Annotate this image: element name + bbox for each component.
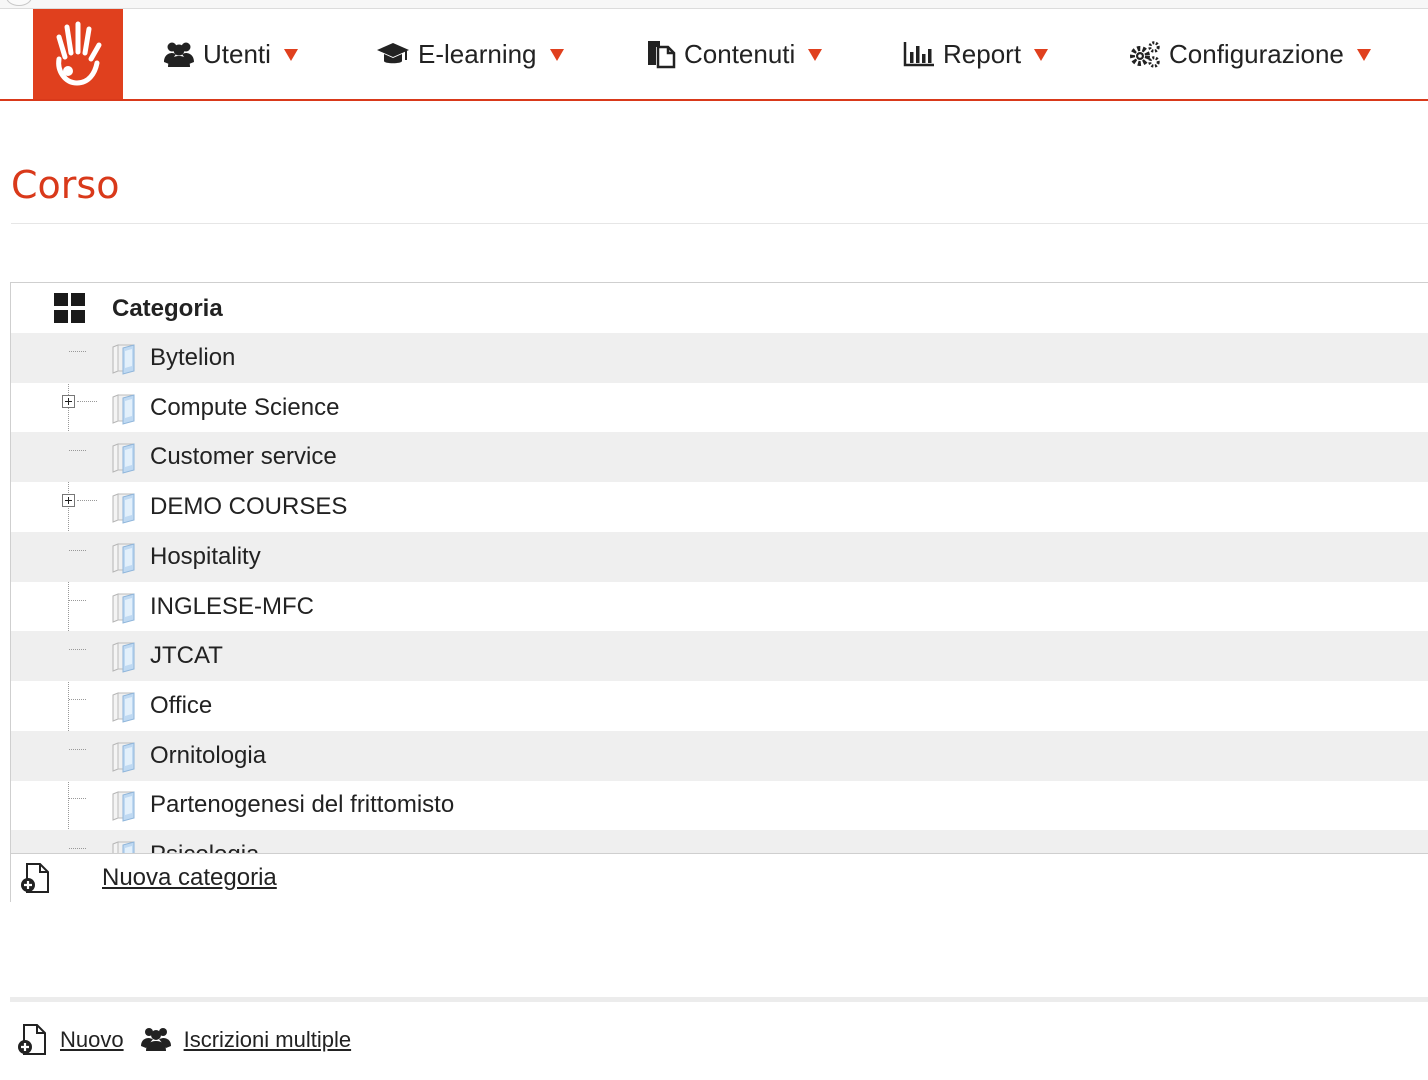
- tree-branch-line: [69, 748, 86, 750]
- nav-e-learning-label: E-learning: [418, 38, 537, 69]
- add-document-icon[interactable]: [16, 1023, 48, 1057]
- grid-icon: [54, 293, 86, 324]
- tree-branch-line: [77, 500, 97, 502]
- tree-row[interactable]: Bytelion: [11, 333, 1428, 383]
- folder-icon: [104, 440, 138, 479]
- caret-down-icon: [1356, 49, 1371, 61]
- tree-branch-line: [69, 549, 86, 551]
- folder-icon: [104, 341, 138, 380]
- tree-row[interactable]: Hospitality: [11, 531, 1428, 582]
- tree-row-label: Customer service: [150, 443, 337, 471]
- tree-row-label: Office: [150, 691, 213, 719]
- tree-row[interactable]: JTCAT: [11, 631, 1428, 682]
- folder-icon: [104, 838, 138, 853]
- nav-contenuti[interactable]: Contenuti: [646, 9, 823, 99]
- nav-utenti-label: Utenti: [203, 38, 271, 69]
- browser-top-strip: [0, 0, 1428, 9]
- tree-branch-line: [69, 848, 86, 849]
- caret-down-icon: [283, 49, 298, 61]
- expand-plus-icon[interactable]: [62, 494, 75, 508]
- add-document-icon[interactable]: [19, 862, 51, 899]
- page-title: Corso: [11, 163, 120, 207]
- nav-utenti[interactable]: Utenti: [163, 9, 298, 99]
- tree-row-label: Bytelion: [150, 344, 236, 371]
- tree-row[interactable]: Psicologia: [11, 830, 1428, 853]
- title-divider: [11, 223, 1428, 224]
- multiple-enrollments-link[interactable]: Iscrizioni multiple: [184, 1027, 352, 1053]
- tree-branch-line: [69, 351, 86, 352]
- tree-row-label: Compute Science: [150, 393, 340, 421]
- tree-branch-line: [77, 400, 97, 402]
- hand-logo[interactable]: [33, 9, 123, 99]
- tree-row[interactable]: DEMO COURSES: [11, 482, 1428, 532]
- tree-branch-line: [69, 798, 86, 800]
- folder-icon: [104, 689, 138, 728]
- tree-row[interactable]: INGLESE-MFC: [11, 582, 1428, 632]
- graduation-cap-icon: [376, 40, 410, 68]
- tree-row[interactable]: Partenogenesi del frittomisto: [11, 780, 1428, 830]
- tree-row-label: Partenogenesi del frittomisto: [150, 791, 455, 819]
- folder-icon: [104, 590, 138, 629]
- tree-row-label: INGLESE-MFC: [150, 592, 315, 620]
- browser-knob: [6, 0, 32, 6]
- bar-chart-icon: [903, 41, 935, 67]
- nav-e-learning[interactable]: E-learning: [376, 9, 564, 99]
- nav-contenuti-label: Contenuti: [684, 38, 796, 69]
- tree-row-label: Ornitologia: [150, 741, 267, 769]
- tree-header: Categoria: [11, 283, 1428, 333]
- category-tree-panel: Categoria Bytelion Compute Science Custome…: [10, 282, 1428, 903]
- caret-down-icon: [549, 49, 564, 61]
- caret-down-icon: [1034, 49, 1049, 61]
- users-icon: [140, 1026, 172, 1054]
- tree-header-label: Categoria: [112, 295, 223, 322]
- hand-logo-icon: [56, 21, 102, 86]
- tree-body[interactable]: Bytelion Compute Science Customer service D…: [11, 333, 1428, 853]
- tree-row[interactable]: Compute Science: [11, 383, 1428, 433]
- tree-row-label: JTCAT: [150, 642, 223, 670]
- folder-icon: [104, 788, 138, 827]
- tree-row-label: DEMO COURSES: [150, 493, 348, 521]
- documents-icon: [646, 39, 676, 69]
- folder-icon: [104, 739, 138, 778]
- nav-report-label: Report: [943, 38, 1022, 69]
- tree-row[interactable]: Office: [11, 681, 1428, 731]
- tree-branch-line: [69, 649, 86, 651]
- tree-branch-line: [69, 698, 86, 700]
- tree-branch-line: [69, 450, 86, 452]
- new-link[interactable]: Nuovo: [60, 1027, 124, 1053]
- new-category-link[interactable]: Nuova categoria: [102, 864, 277, 892]
- tree-footer: Nuova categoria: [11, 853, 1428, 903]
- tree-row[interactable]: Ornitologia: [11, 730, 1428, 781]
- folder-icon: [104, 391, 138, 430]
- nav-configurazione-label: Configurazione: [1169, 38, 1344, 69]
- main-navbar: Utenti E-learning Contenuti Report Confi…: [0, 9, 1428, 101]
- gears-icon: [1129, 39, 1161, 69]
- nav-report[interactable]: Report: [903, 9, 1049, 99]
- folder-icon: [104, 639, 138, 678]
- nav-configurazione[interactable]: Configurazione: [1129, 9, 1371, 99]
- bottom-actions: Nuovo Iscrizioni multiple: [16, 1020, 351, 1060]
- users-icon: [163, 40, 195, 68]
- expand-plus-icon[interactable]: [62, 394, 75, 408]
- tree-row-label: Psicologia: [150, 841, 259, 853]
- folder-icon: [104, 490, 138, 529]
- caret-down-icon: [808, 49, 823, 61]
- tree-row-label: Hospitality: [150, 542, 261, 570]
- tree-branch-line: [69, 599, 86, 601]
- bottom-divider: [10, 997, 1428, 1002]
- folder-icon: [104, 540, 138, 579]
- tree-row[interactable]: Customer service: [11, 432, 1428, 483]
